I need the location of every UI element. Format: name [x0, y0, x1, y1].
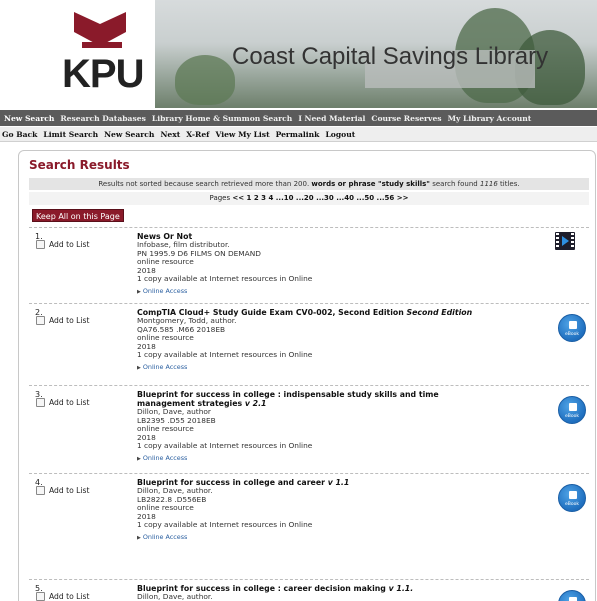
ebook-icon: eBook [558, 396, 586, 424]
view-my-list-link[interactable]: View My List [215, 130, 269, 139]
page-links[interactable]: << 1 2 3 4 ...10 ...20 ...30 ...40 ...50… [232, 194, 408, 202]
search-results-panel: Search Results Results not sorted becaus… [18, 150, 596, 601]
new-search-link[interactable]: New Search [104, 130, 154, 139]
site-title: Coast Capital Savings Library [232, 43, 549, 70]
online-access-link[interactable]: ▶ Online Access [137, 361, 547, 375]
site-header: KPU Coast Capital Savings Library [0, 0, 597, 108]
status-text: Results not sorted because search retrie… [98, 180, 310, 188]
online-access-link[interactable]: ▶ Online Access [137, 531, 547, 545]
keep-all-button[interactable]: Keep All on this Page [32, 209, 124, 222]
add-to-list-checkbox[interactable] [36, 592, 45, 601]
result-record: 1. Add to List News Or Not Infobase, fil… [29, 227, 589, 303]
primary-nav: New Search Research Databases Library Ho… [0, 110, 597, 126]
status-query: words or phrase "study skills" [311, 180, 430, 188]
nav-i-need-material[interactable]: I Need Material [298, 114, 365, 123]
record-call-number: LB2822.8 .D556EB [137, 494, 207, 504]
result-record: 2. Add to List CompTIA Cloud+ Study Guid… [29, 303, 589, 385]
secondary-nav: Go Back Limit Search New Search Next X-R… [0, 127, 597, 142]
record-author: Dillon, Dave, author. [137, 592, 213, 601]
add-to-list-label[interactable]: Add to List [49, 316, 89, 325]
add-to-list-label[interactable]: Add to List [49, 592, 89, 601]
nav-my-library-account[interactable]: My Library Account [448, 114, 532, 123]
record-format: online resource [137, 503, 194, 513]
ebook-icon: eBook [558, 314, 586, 342]
record-availability: 1 copy available at Internet resources i… [137, 350, 313, 360]
ebook-icon: eBook [558, 484, 586, 512]
logout-link[interactable]: Logout [325, 130, 355, 139]
logo-text[interactable]: KPU [62, 52, 144, 97]
nav-course-reserves[interactable]: Course Reserves [371, 114, 441, 123]
nav-research-databases[interactable]: Research Databases [60, 114, 146, 123]
add-to-list-checkbox[interactable] [36, 316, 45, 325]
record-title[interactable]: Blueprint for success in college : indis… [137, 390, 477, 408]
record-availability: 1 copy available at Internet resources i… [137, 441, 313, 451]
online-access-link[interactable]: ▶ Online Access [137, 285, 547, 299]
add-to-list-label[interactable]: Add to List [49, 240, 89, 249]
record-format: online resource [137, 257, 194, 267]
film-icon [555, 232, 575, 250]
record-call-number: PN 1995.9 D6 FILMS ON DEMAND [137, 248, 261, 258]
add-to-list-label[interactable]: Add to List [49, 486, 89, 495]
x-ref-link[interactable]: X-Ref [186, 130, 209, 139]
add-to-list-label[interactable]: Add to List [49, 398, 89, 407]
record-availability: 1 copy available at Internet resources i… [137, 520, 313, 530]
online-access-link[interactable]: ▶ Online Access [137, 452, 547, 466]
add-to-list-checkbox[interactable] [36, 398, 45, 407]
status-count: 1116 [479, 180, 498, 188]
add-to-list-checkbox[interactable] [36, 240, 45, 249]
permalink-link[interactable]: Permalink [276, 130, 320, 139]
record-availability: 1 copy available at Internet resources i… [137, 274, 313, 284]
record-format: online resource [137, 333, 194, 343]
add-to-list-checkbox[interactable] [36, 486, 45, 495]
status-found-text: search found [432, 180, 478, 188]
next-link[interactable]: Next [160, 130, 180, 139]
record-format: online resource [137, 424, 194, 434]
nav-new-search[interactable]: New Search [4, 114, 54, 123]
nav-library-home[interactable]: Library Home & Summon Search [152, 114, 292, 123]
ebook-icon: eBook [558, 590, 586, 601]
record-call-number: QA76.585 .M66 2018EB [137, 324, 226, 334]
pages-label: Pages [209, 194, 231, 202]
go-back-link[interactable]: Go Back [2, 130, 37, 139]
record-call-number: LB2395 .D55 2018EB [137, 415, 216, 425]
pagination: Pages << 1 2 3 4 ...10 ...20 ...30 ...40… [29, 192, 589, 205]
status-titles-text: titles. [500, 180, 520, 188]
result-record: 4. Add to List Blueprint for success in … [29, 473, 589, 557]
results-status: Results not sorted because search retrie… [29, 178, 589, 190]
result-record: 5. Add to List Blueprint for success in … [29, 579, 589, 601]
results-title: Search Results [29, 158, 130, 172]
limit-search-link[interactable]: Limit Search [43, 130, 98, 139]
result-record: 3. Add to List Blueprint for success in … [29, 385, 589, 473]
